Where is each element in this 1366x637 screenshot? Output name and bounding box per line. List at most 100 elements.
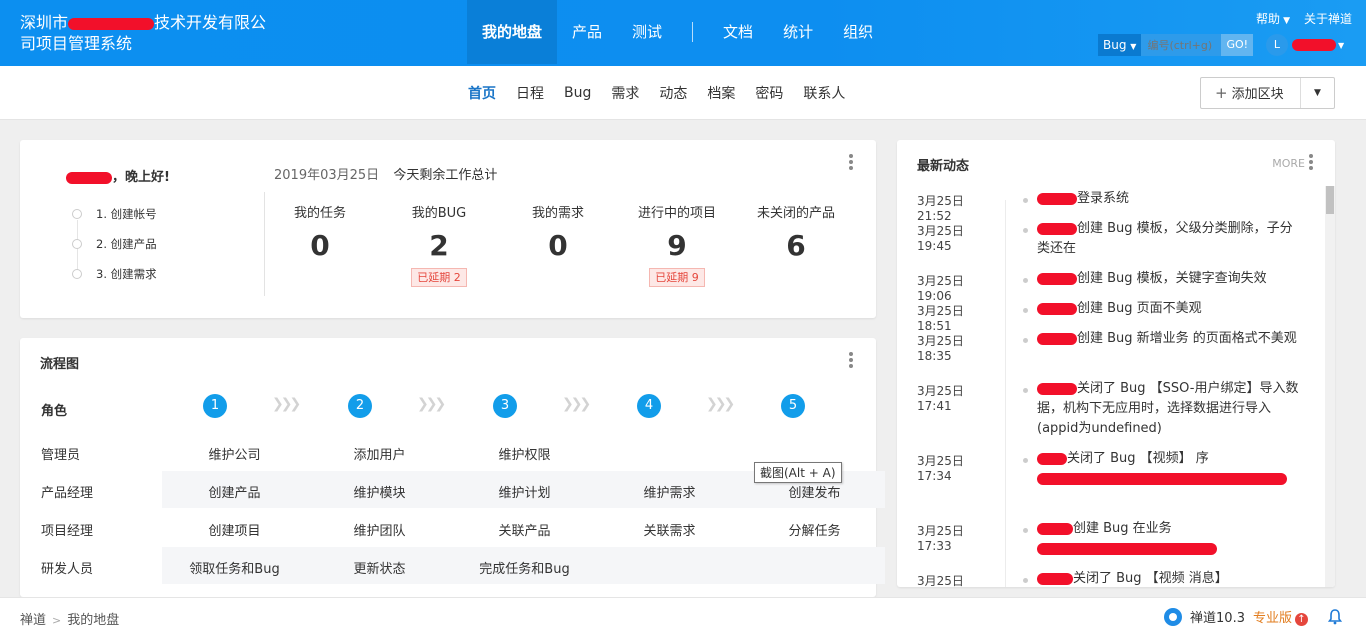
- flow-action[interactable]: 维护团队: [307, 520, 452, 539]
- breadcrumb-current[interactable]: 我的地盘: [67, 613, 119, 628]
- activity-text-body: 关闭了 Bug 【SSO-用户绑定】导入数据，机构下无应用时，选择数据进行导入(…: [1037, 381, 1299, 436]
- flow-action[interactable]: 关联产品: [452, 520, 597, 539]
- role-label: 研发人员: [41, 562, 94, 577]
- redacted-mark: [1037, 572, 1073, 585]
- nav-report[interactable]: 统计: [768, 0, 828, 64]
- stat-active-projects[interactable]: 进行中的项目 9 已延期 9: [617, 202, 737, 287]
- top-header: 深圳市 技术开发有限公 司项目管理系统 我的地盘 产品 测试 文档 统计 组织 帮…: [0, 0, 1366, 66]
- stat-value: 0: [310, 229, 330, 262]
- flow-action[interactable]: 完成任务和Bug: [452, 558, 597, 577]
- stat-my-bugs[interactable]: 我的BUG 2 已延期 2: [379, 202, 499, 287]
- chevron-right-icon: >: [52, 614, 62, 627]
- flow-action[interactable]: 领取任务和Bug: [162, 558, 307, 577]
- step-dot: [72, 209, 82, 219]
- chevrons-right-icon: ❯❯❯: [417, 396, 446, 412]
- tab-contacts[interactable]: 联系人: [793, 83, 855, 103]
- tab-story[interactable]: 需求: [601, 83, 649, 103]
- stat-value: 9: [667, 229, 687, 262]
- quick-search: Bug ▼ GO!: [1098, 34, 1254, 56]
- chevron-down-icon[interactable]: ▼: [1301, 88, 1334, 98]
- activity-text: 创建 Bug 页面不美观: [1037, 299, 1305, 319]
- more-vertical-icon[interactable]: [849, 154, 853, 172]
- help-menu[interactable]: 帮助 ▼: [1256, 10, 1290, 27]
- user-menu[interactable]: L ▼: [1266, 34, 1344, 56]
- timeline-dot: [1023, 388, 1028, 393]
- timeline-dot: [1023, 278, 1028, 283]
- activity-panel: 最新动态 MORE 3月25日 21:52 登录系统 3月25日 19:45 创…: [897, 140, 1335, 587]
- more-vertical-icon[interactable]: [1309, 154, 1313, 172]
- flow-action[interactable]: 关联需求: [597, 520, 742, 539]
- flow-action[interactable]: 添加用户: [307, 444, 452, 463]
- activity-text: 创建 Bug 在业务: [1037, 519, 1305, 559]
- flow-step-number: 1: [203, 394, 227, 418]
- bell-icon[interactable]: [1327, 608, 1343, 625]
- tab-profile[interactable]: 档案: [697, 83, 745, 103]
- guide-steps: 1. 创建帐号 2. 创建产品 3. 创建需求: [72, 206, 157, 296]
- nav-my-dashboard[interactable]: 我的地盘: [467, 0, 558, 64]
- brand-line1: 深圳市: [20, 13, 69, 32]
- welcome-panel: ，晚上好! 1. 创建帐号 2. 创建产品 3. 创建需求 2019年03月25…: [20, 140, 876, 318]
- nav-company[interactable]: 组织: [828, 0, 888, 64]
- tab-home[interactable]: 首页: [458, 83, 506, 103]
- flow-action[interactable]: 创建发布: [742, 482, 887, 501]
- tab-password[interactable]: 密码: [745, 83, 793, 103]
- tab-dynamic[interactable]: 动态: [649, 83, 697, 103]
- stat-my-tasks[interactable]: 我的任务 0: [260, 202, 380, 262]
- more-link[interactable]: MORE: [1272, 157, 1305, 170]
- guide-step[interactable]: 1. 创建帐号: [72, 206, 157, 236]
- activity-text: 创建 Bug 模板，父级分类删除，子分类还在: [1037, 219, 1305, 259]
- stat-open-products[interactable]: 未关闭的产品 6: [736, 202, 856, 262]
- flow-action[interactable]: 创建项目: [162, 520, 307, 539]
- step-dot: [72, 239, 82, 249]
- chevron-down-icon: ▼: [1130, 42, 1137, 51]
- nav-doc[interactable]: 文档: [708, 0, 768, 64]
- scrollbar-thumb[interactable]: [1326, 186, 1334, 214]
- flow-action[interactable]: 维护公司: [162, 444, 307, 463]
- guide-step[interactable]: 2. 创建产品: [72, 236, 157, 266]
- activity-time: 3月25日 19:06: [917, 274, 964, 303]
- search-go-button[interactable]: GO!: [1221, 34, 1254, 56]
- breadcrumb-home[interactable]: 禅道: [20, 613, 46, 628]
- stat-label: 我的任务: [293, 206, 346, 221]
- tab-calendar[interactable]: 日程: [506, 83, 554, 103]
- flow-action[interactable]: 分解任务: [742, 520, 887, 539]
- flow-action[interactable]: 维护需求: [597, 482, 742, 501]
- flow-action[interactable]: 维护权限: [452, 444, 597, 463]
- nav-separator: [692, 22, 694, 42]
- redacted-mark: [1037, 382, 1077, 395]
- company-brand[interactable]: 深圳市 技术开发有限公 司项目管理系统: [20, 12, 270, 54]
- stat-label: 我的BUG: [411, 206, 467, 221]
- flow-action[interactable]: 创建产品: [162, 482, 307, 501]
- role-label: 产品经理: [41, 486, 94, 501]
- avatar: L: [1266, 34, 1288, 56]
- search-type-select[interactable]: Bug ▼: [1098, 34, 1142, 56]
- more-vertical-icon[interactable]: [849, 352, 853, 370]
- activity-time: 3月25日 17:41: [917, 384, 964, 413]
- plus-icon: +: [1215, 84, 1228, 102]
- top-links: 帮助 ▼ 关于禅道: [1256, 10, 1352, 27]
- flow-action[interactable]: 维护计划: [452, 482, 597, 501]
- guide-step[interactable]: 3. 创建需求: [72, 266, 157, 296]
- add-block-button[interactable]: + 添加区块 ▼: [1200, 77, 1335, 109]
- redacted-mark: [1037, 522, 1073, 535]
- edition-link[interactable]: 专业版 ↑: [1253, 607, 1308, 626]
- flow-step-number: 2: [348, 394, 372, 418]
- redacted-mark: [1292, 39, 1336, 51]
- activity-time: 3月25日 17:33: [917, 524, 964, 553]
- activity-title: 最新动态: [917, 159, 970, 174]
- stat-my-stories[interactable]: 我的需求 0: [498, 202, 618, 262]
- flow-action[interactable]: 更新状态: [307, 558, 452, 577]
- about-link[interactable]: 关于禅道: [1304, 10, 1352, 27]
- activity-time: 3月25日 18:35: [917, 334, 964, 363]
- tab-bug[interactable]: Bug: [554, 85, 601, 101]
- activity-scrollbar[interactable]: [1325, 186, 1335, 587]
- nav-product[interactable]: 产品: [557, 0, 617, 64]
- timeline-dot: [1023, 578, 1028, 583]
- flow-action[interactable]: 维护模块: [307, 482, 452, 501]
- activity-time: 3月25日 21:52: [917, 194, 964, 223]
- search-input[interactable]: [1141, 34, 1222, 56]
- stat-value: 2: [429, 229, 449, 262]
- version-link[interactable]: 禅道10.3: [1190, 607, 1245, 626]
- step-label: 2. 创建产品: [96, 237, 157, 251]
- nav-test[interactable]: 测试: [617, 0, 677, 64]
